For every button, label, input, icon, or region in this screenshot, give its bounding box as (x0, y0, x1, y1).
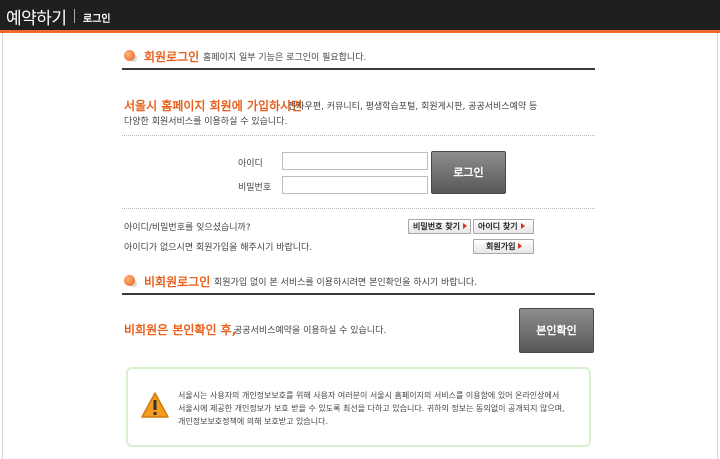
arrow-right-icon (462, 223, 467, 229)
find-password-label: 비밀번호 찾기 (413, 222, 460, 231)
join-button[interactable]: 회원가입 (473, 239, 534, 254)
verify-identity-button[interactable]: 본인확인 (519, 308, 594, 353)
intro-services: 전자우편, 커뮤니티, 평생학습포털, 회원게시판, 공공서비스예약 등 (288, 102, 538, 112)
password-input[interactable] (283, 182, 427, 198)
no-id-text: 아이디가 없으시면 회원가입을 해주시기 바랍니다. (124, 243, 313, 253)
nonmember-login-description: 회원가입 없이 본 서비스를 이용하시려면 본인확인을 하시기 바랍니다. (214, 278, 478, 288)
password-field-box (282, 176, 428, 198)
title-divider (74, 9, 75, 23)
bullet-icon (124, 50, 135, 61)
id-label: 아이디 (238, 159, 263, 169)
password-label: 비밀번호 (238, 183, 272, 193)
intro-highlight: 서울시 홈페이지 회원에 가입하시면 (124, 99, 303, 113)
notice-text: 서울시는 사용자의 개인정보보호를 위해 사용자 여러분이 서울시 홈페이지의 … (178, 389, 583, 428)
join-label: 회원가입 (486, 242, 516, 251)
find-password-button[interactable]: 비밀번호 찾기 (408, 219, 471, 234)
notice-line: 서울시에 제공한 개인정보가 보호 받을 수 있도록 최선을 다하고 있습니다.… (178, 404, 565, 413)
id-field-box (282, 152, 428, 174)
forgot-text: 아이디/비밀번호를 잊으셨습니까? (124, 223, 251, 233)
arrow-right-icon (518, 243, 523, 249)
member-login-heading: 회원로그인 (144, 50, 200, 64)
nonmember-login-header: 비회원로그인 회원가입 없이 본 서비스를 이용하시려면 본인확인을 하시기 바… (122, 273, 595, 295)
find-id-button[interactable]: 아이디 찾기 (473, 219, 534, 234)
divider (122, 135, 595, 136)
arrow-right-icon (520, 223, 525, 229)
bullet-icon (124, 275, 135, 286)
login-button[interactable]: 로그인 (431, 151, 506, 194)
member-login-header: 회원로그인 홈페이지 일부 기능은 로그인이 필요합니다. (122, 48, 595, 70)
nonmember-login-heading: 비회원로그인 (144, 275, 211, 289)
notice-line: 개인정보보호정책에 의해 보호받고 있습니다. (178, 417, 329, 426)
divider (122, 208, 595, 209)
notice-line: 서울시는 사용자의 개인정보보호를 위해 사용자 여러분이 서울시 홈페이지의 … (178, 391, 560, 400)
nonmember-highlight: 비회원은 본인확인 후, (124, 323, 237, 337)
privacy-notice: 서울시는 사용자의 개인정보보호를 위해 사용자 여러분이 서울시 홈페이지의 … (126, 367, 591, 447)
find-id-label: 아이디 찾기 (478, 222, 518, 231)
top-bar: 예약하기 로그인 (0, 0, 720, 33)
page-subtitle: 로그인 (83, 14, 111, 25)
page-title: 예약하기 (6, 9, 67, 29)
warning-icon (141, 392, 169, 418)
intro-line2: 다양한 회원서비스를 이용하실 수 있습니다. (124, 117, 288, 127)
member-login-description: 홈페이지 일부 기능은 로그인이 필요합니다. (203, 53, 367, 63)
nonmember-info: 공공서비스예약을 이용하실 수 있습니다. (234, 326, 387, 336)
id-input[interactable] (283, 158, 427, 174)
